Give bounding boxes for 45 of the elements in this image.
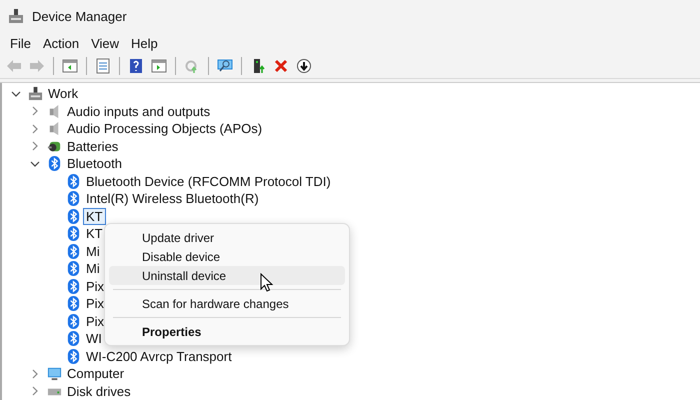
bluetooth-icon <box>66 278 81 294</box>
tree-item[interactable]: Disk drives <box>64 382 134 400</box>
menu-item[interactable]: Update driver <box>109 228 345 247</box>
tree-item[interactable]: Audio Processing Objects (APOs) <box>64 120 266 138</box>
menu-item[interactable]: Action <box>36 34 86 52</box>
bluetooth-icon <box>66 174 81 189</box>
tree-item[interactable]: Bluetooth Device (RFCOMM Protocol TDI) <box>83 172 334 190</box>
bluetooth-icon <box>66 348 81 364</box>
tree-item[interactable]: Mi <box>83 260 103 278</box>
menu-item[interactable]: Scan for hardware changes <box>109 294 345 313</box>
tree-item[interactable]: Work <box>45 85 82 102</box>
mouse-pointer-icon <box>260 273 274 293</box>
tree-item[interactable]: Audio inputs and outputs <box>64 102 214 120</box>
bluetooth-icon <box>66 226 81 242</box>
bluetooth-icon <box>66 244 81 259</box>
tree-item[interactable]: WI-C200 Avrcp Transport <box>83 348 235 365</box>
bluetooth-icon <box>66 208 81 224</box>
monitor-icon <box>47 366 62 382</box>
menu-item[interactable]: Uninstall device <box>109 266 345 285</box>
menu-item[interactable]: File <box>4 34 37 52</box>
menu-item[interactable]: Help <box>125 34 164 52</box>
bluetooth-icon <box>47 156 62 172</box>
tree-item[interactable]: Pix <box>83 295 108 312</box>
tree-item[interactable]: KT <box>83 208 106 225</box>
tree-item[interactable]: WI <box>83 330 105 348</box>
tree-item[interactable]: KT <box>83 225 106 242</box>
tree-item[interactable]: Bluetooth <box>64 155 125 172</box>
menu-item[interactable]: View <box>85 34 126 52</box>
bluetooth-icon <box>66 261 81 276</box>
bluetooth-icon <box>66 296 81 312</box>
menu-item[interactable]: Properties <box>109 322 345 341</box>
tree-item[interactable]: Batteries <box>64 138 122 155</box>
menu-item[interactable]: Disable device <box>109 247 345 266</box>
tree-item[interactable]: Intel(R) Wireless Bluetooth(R) <box>83 190 262 208</box>
bluetooth-icon <box>66 314 81 329</box>
app-icon <box>8 8 24 24</box>
window-title: Device Manager <box>32 8 127 24</box>
down-arrow-icon[interactable] <box>294 56 314 76</box>
tree-item[interactable]: Pix <box>83 312 108 330</box>
bluetooth-icon <box>66 331 81 346</box>
tree-item[interactable]: Computer <box>64 365 128 382</box>
tree-item[interactable]: Pix <box>83 278 108 295</box>
computer-icon <box>28 86 43 102</box>
tree-item[interactable]: Mi <box>83 242 103 260</box>
bluetooth-icon <box>66 191 81 206</box>
